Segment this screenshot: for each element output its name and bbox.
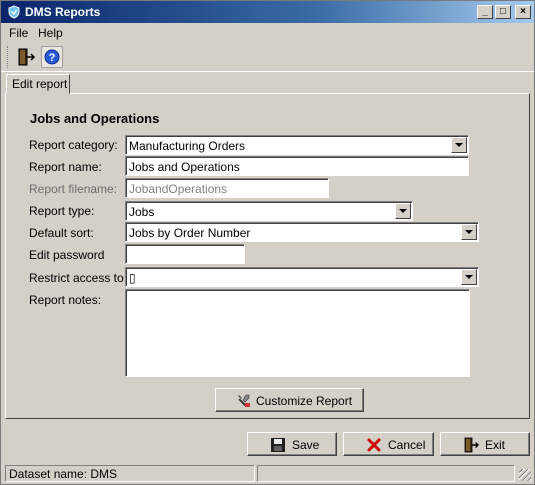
section-title: Jobs and Operations xyxy=(30,111,160,126)
chevron-down-icon[interactable] xyxy=(461,224,477,240)
chevron-down-icon[interactable] xyxy=(395,203,411,219)
chevron-down-icon[interactable] xyxy=(451,137,467,153)
status-panel-2 xyxy=(257,465,515,482)
dms-reports-window: DMS Reports _ □ × File Help ? Edit repor… xyxy=(0,0,535,485)
exit-door-icon xyxy=(18,48,36,66)
status-bar: Dataset name: DMS xyxy=(1,463,534,484)
report-type-value: Jobs xyxy=(129,205,155,219)
report-filename-label: Report filename: xyxy=(29,182,118,196)
toolbar-grip[interactable] xyxy=(7,46,10,68)
svg-text:?: ? xyxy=(49,52,56,64)
toolbar: ? xyxy=(1,42,534,72)
tools-icon xyxy=(238,394,250,407)
customize-report-label: Customize Report xyxy=(256,394,353,408)
exit-door-icon xyxy=(464,437,479,453)
title-bar[interactable]: DMS Reports _ □ × xyxy=(1,1,534,23)
shield-icon xyxy=(8,5,20,19)
edit-password-input[interactable] xyxy=(125,244,245,264)
customize-report-button[interactable]: Customize Report xyxy=(215,388,364,412)
chevron-down-icon[interactable] xyxy=(461,269,477,285)
help-icon: ? xyxy=(44,49,60,65)
minimize-button[interactable]: _ xyxy=(477,5,493,19)
resize-grip[interactable] xyxy=(519,469,531,481)
close-button[interactable]: × xyxy=(515,5,531,19)
report-filename-input[interactable]: JobandOperations xyxy=(125,178,329,198)
exit-label: Exit xyxy=(485,438,506,452)
edit-password-label: Edit password xyxy=(29,248,105,262)
report-name-label: Report name: xyxy=(29,160,102,174)
menu-bar: File Help xyxy=(1,24,534,42)
default-sort-select[interactable]: Jobs by Order Number xyxy=(125,222,479,242)
restrict-access-label: Restrict access to: xyxy=(29,271,128,285)
restrict-access-value: ▯ xyxy=(129,271,136,285)
default-sort-label: Default sort: xyxy=(29,226,94,240)
report-category-label: Report category: xyxy=(29,138,118,152)
save-label: Save xyxy=(292,438,320,452)
report-name-input[interactable]: Jobs and Operations xyxy=(125,156,469,176)
tab-edit-report[interactable]: Edit report xyxy=(6,74,70,94)
report-category-select[interactable]: Manufacturing Orders xyxy=(125,135,469,155)
cancel-button[interactable]: Cancel xyxy=(343,432,434,456)
floppy-disk-icon xyxy=(271,438,285,452)
toolbar-exit-button[interactable] xyxy=(15,46,37,68)
maximize-button[interactable]: □ xyxy=(495,5,511,19)
report-notes-textarea[interactable] xyxy=(125,289,470,377)
toolbar-help-button[interactable]: ? xyxy=(41,46,63,68)
default-sort-value: Jobs by Order Number xyxy=(129,226,251,240)
status-dataset-name: Dataset name: DMS xyxy=(5,465,255,482)
menu-help[interactable]: Help xyxy=(38,26,63,40)
cancel-label: Cancel xyxy=(388,438,426,452)
save-button[interactable]: Save xyxy=(247,432,337,456)
window-title: DMS Reports xyxy=(25,5,101,19)
menu-file[interactable]: File xyxy=(9,26,28,40)
report-type-label: Report type: xyxy=(29,204,95,218)
exit-button[interactable]: Exit xyxy=(440,432,530,456)
report-category-value: Manufacturing Orders xyxy=(129,139,246,153)
red-x-icon xyxy=(367,438,381,452)
restrict-access-select[interactable]: ▯ xyxy=(125,267,479,287)
report-notes-label: Report notes: xyxy=(29,293,102,307)
report-type-select[interactable]: Jobs xyxy=(125,201,413,221)
